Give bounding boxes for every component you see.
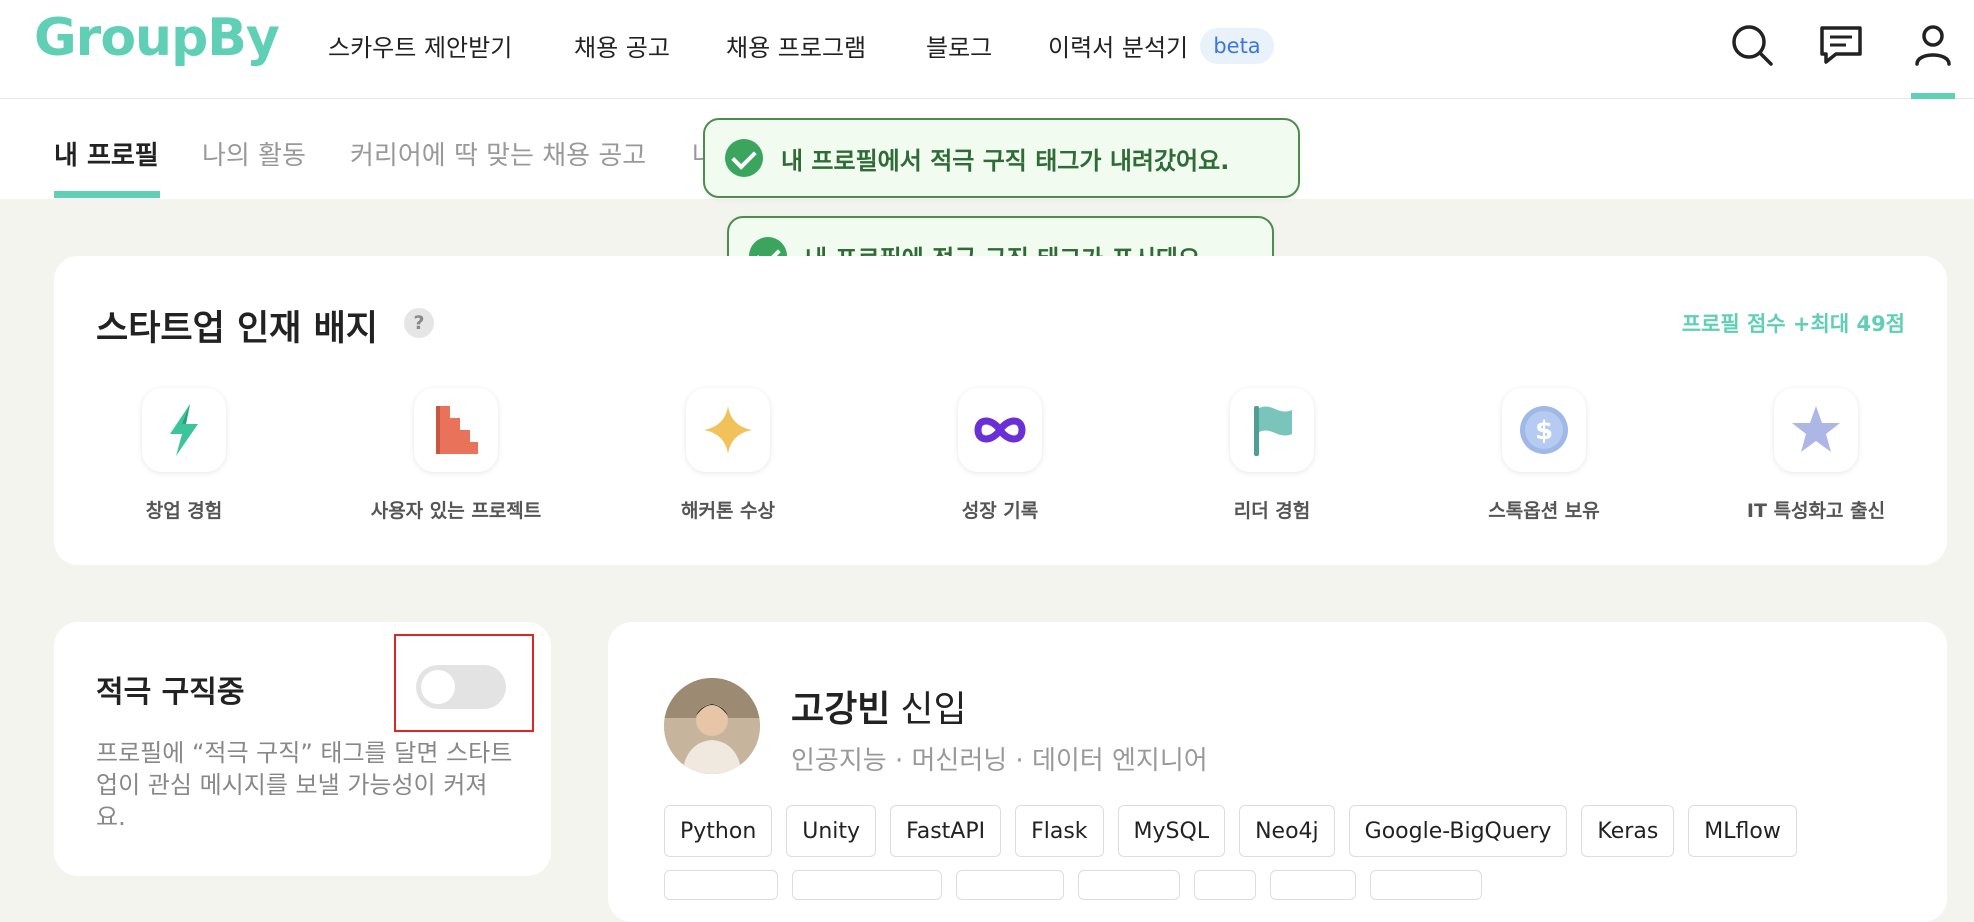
active-job-search-title: 적극 구직중 xyxy=(96,675,245,710)
infinity-icon xyxy=(958,388,1042,472)
skill-tag-partial xyxy=(664,870,778,900)
top-navigation-bar: GroupBy 스카우트 제안받기 채용 공고 채용 프로그램 블로그 이력서 … xyxy=(0,0,1974,99)
skill-tag: Google-BigQuery xyxy=(1348,805,1568,857)
skill-tag-partial xyxy=(792,870,942,900)
toast-message: 내 프로필에서 적극 구직 태그가 내려갔어요. xyxy=(781,146,1230,175)
badge-hackathon[interactable]: 해커톤 수상 xyxy=(638,388,818,523)
profile-name: 고강빈 xyxy=(791,689,891,730)
startup-talent-badges-card: 스타트업 인재 배지 ? 프로필 점수 +최대 49점 창업 경험 사용자 있는… xyxy=(54,256,1947,565)
skill-tag-partial xyxy=(1078,870,1180,900)
nav-resume-analyzer[interactable]: 이력서 분석기 xyxy=(1048,28,1188,63)
toast-tag-removed: 내 프로필에서 적극 구직 태그가 내려갔어요. xyxy=(703,118,1300,198)
skill-tag: Neo4j xyxy=(1239,805,1335,857)
skill-tag: Keras xyxy=(1581,805,1675,857)
beta-badge: beta xyxy=(1200,28,1274,64)
toggle-knob xyxy=(421,670,455,704)
profile-name-row: 고강빈 신입 xyxy=(791,680,967,732)
badge-it-highschool[interactable]: IT 특성화고 출신 xyxy=(1726,388,1906,523)
check-circle-icon xyxy=(725,139,763,177)
flag-icon xyxy=(1230,388,1314,472)
dollar-coin-icon: $ xyxy=(1502,388,1586,472)
skill-tag: Flask xyxy=(1015,805,1104,857)
badge-label: 리더 경험 xyxy=(1233,500,1311,522)
badge-label: IT 특성화고 출신 xyxy=(1746,500,1886,522)
skill-tag: Unity xyxy=(786,805,877,857)
tab-matched-jobs[interactable]: 커리어에 딱 맞는 채용 공고 xyxy=(350,135,646,172)
badge-leader[interactable]: 리더 경험 xyxy=(1182,388,1362,523)
profile-job-titles: 인공지능 · 머신러닝 · 데이터 엔지니어 xyxy=(791,746,1208,776)
active-job-search-card: 적극 구직중 프로필에 “적극 구직” 태그를 달면 스타트업이 관심 메시지를… xyxy=(54,622,551,876)
skill-tags: Python Unity FastAPI Flask MySQL Neo4j G… xyxy=(664,805,1797,857)
groupby-logo[interactable]: GroupBy xyxy=(34,8,280,68)
sparkle-icon xyxy=(686,388,770,472)
skill-tag: MLflow xyxy=(1688,805,1797,857)
chat-icon[interactable] xyxy=(1818,22,1864,68)
active-job-search-description: 프로필에 “적극 구직” 태그를 달면 스타트업이 관심 메시지를 보낼 가능성… xyxy=(96,739,513,831)
skill-tag-partial xyxy=(1370,870,1482,900)
badge-growth[interactable]: 성장 기록 xyxy=(910,388,1090,523)
tab-my-profile[interactable]: 내 프로필 xyxy=(54,135,159,172)
badge-label: 스톡옵션 보유 xyxy=(1488,500,1600,522)
user-icon[interactable] xyxy=(1910,22,1956,68)
badges-title: 스타트업 인재 배지 xyxy=(96,309,378,349)
nav-blog[interactable]: 블로그 xyxy=(926,28,992,63)
lightning-icon xyxy=(142,388,226,472)
badge-label: 사용자 있는 프로젝트 xyxy=(370,500,542,522)
badge-user-project[interactable]: 사용자 있는 프로젝트 xyxy=(366,388,546,523)
avatar[interactable] xyxy=(664,678,760,774)
search-icon[interactable] xyxy=(1729,22,1775,68)
badge-label: 해커톤 수상 xyxy=(680,500,775,522)
star-icon xyxy=(1774,388,1858,472)
active-job-search-toggle[interactable] xyxy=(416,665,506,709)
skill-tag-partial xyxy=(1194,870,1256,900)
skill-tags-overflow xyxy=(664,870,1482,900)
stairs-icon xyxy=(414,388,498,472)
svg-text:$: $ xyxy=(1535,416,1553,446)
badge-stock-option[interactable]: $ 스톡옵션 보유 xyxy=(1454,388,1634,523)
tab-underline xyxy=(54,191,160,198)
help-icon[interactable]: ? xyxy=(404,308,434,338)
nav-programs[interactable]: 채용 프로그램 xyxy=(726,28,866,63)
skill-tag: MySQL xyxy=(1117,805,1226,857)
nav-scout[interactable]: 스카우트 제안받기 xyxy=(328,28,512,63)
profile-score-hint: 프로필 점수 +최대 49점 xyxy=(1681,312,1905,336)
skill-tag-partial xyxy=(956,870,1064,900)
skill-tag: FastAPI xyxy=(890,805,1002,857)
profile-level: 신입 xyxy=(900,689,967,730)
badge-label: 성장 기록 xyxy=(961,500,1039,522)
profile-card: 고강빈 신입 인공지능 · 머신러닝 · 데이터 엔지니어 Python Unit… xyxy=(608,622,1947,922)
nav-jobs[interactable]: 채용 공고 xyxy=(574,28,670,63)
badge-founding[interactable]: 창업 경험 xyxy=(94,388,274,523)
skill-tag-partial xyxy=(1270,870,1356,900)
skill-tag: Python xyxy=(664,805,773,857)
tab-my-activity[interactable]: 나의 활동 xyxy=(202,135,306,172)
badge-label: 창업 경험 xyxy=(145,500,223,522)
